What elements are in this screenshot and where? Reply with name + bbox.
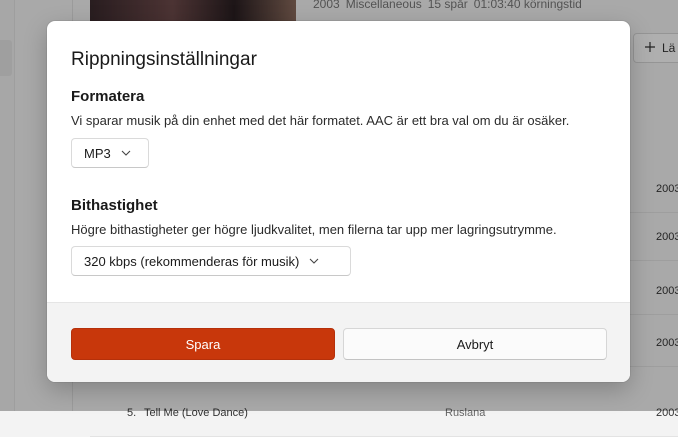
format-selected-value: MP3 xyxy=(84,145,111,161)
dialog-body: Rippningsinställningar Formatera Vi spar… xyxy=(47,21,630,302)
bitrate-selected-value: 320 kbps (rekommenderas för musik) xyxy=(84,253,300,269)
bitrate-description: Högre bithastigheter ger högre ljudkvali… xyxy=(71,222,557,237)
dialog-footer: Spara Avbryt xyxy=(47,302,630,382)
dialog-title: Rippningsinställningar xyxy=(71,49,257,70)
format-description: Vi sparar musik på din enhet med det här… xyxy=(71,113,570,128)
bitrate-heading: Bithastighet xyxy=(71,197,158,214)
save-button[interactable]: Spara xyxy=(71,328,335,360)
chevron-down-icon xyxy=(121,148,131,158)
rip-settings-dialog: Rippningsinställningar Formatera Vi spar… xyxy=(47,21,630,382)
chevron-down-icon xyxy=(309,256,319,266)
format-heading: Formatera xyxy=(71,88,145,105)
bitrate-dropdown[interactable]: 320 kbps (rekommenderas för musik) xyxy=(71,246,351,276)
format-dropdown[interactable]: MP3 xyxy=(71,138,149,168)
cancel-button[interactable]: Avbryt xyxy=(343,328,607,360)
